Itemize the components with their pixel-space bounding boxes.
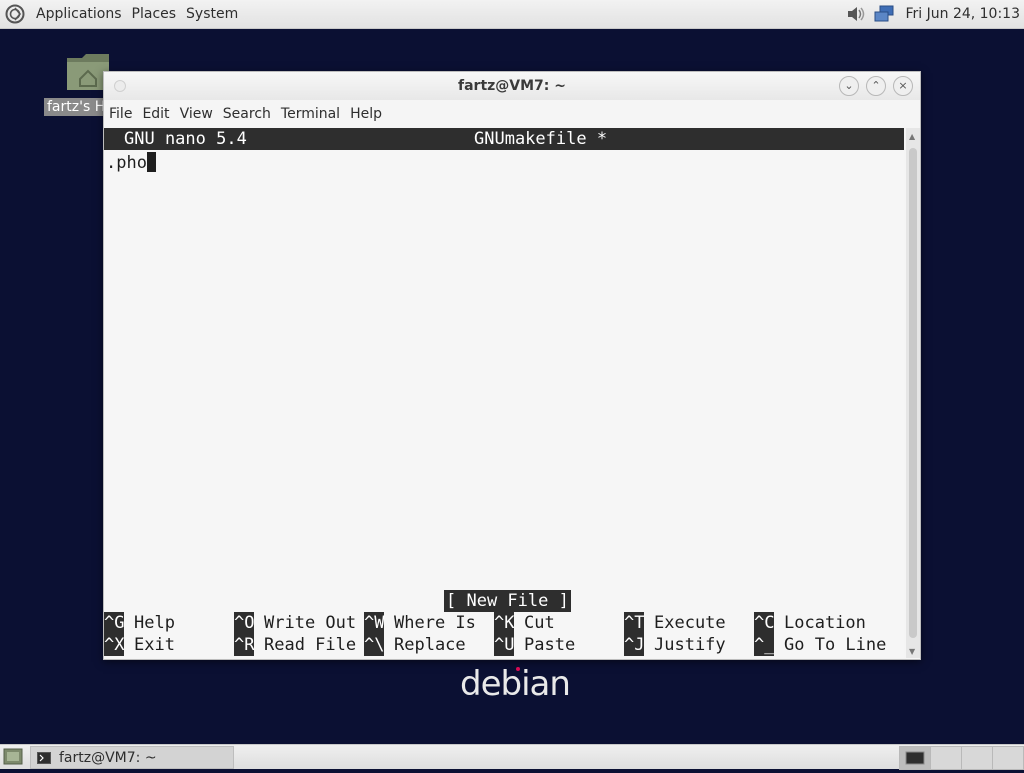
places-menu[interactable]: Places <box>127 6 182 22</box>
shortcut-label: Location <box>784 613 866 633</box>
shortcut-label: Read File <box>264 635 357 655</box>
shortcut-key: ^G <box>104 612 125 634</box>
shortcut-key: ^R <box>234 634 255 656</box>
nano-header: GNU nano 5.4 GNUmakefile * <box>104 128 904 150</box>
shortcut-exit[interactable]: ^X Exit <box>104 634 175 656</box>
menu-logo-icon[interactable] <box>5 4 25 24</box>
nano-version: GNU nano 5.4 <box>124 129 247 149</box>
debian-logo-dot <box>516 667 520 671</box>
terminal-area[interactable]: GNU nano 5.4 GNUmakefile * .pho [ New Fi… <box>104 128 904 658</box>
shortcut-label: Paste <box>524 635 576 655</box>
shortcut-write-out[interactable]: ^O Write Out <box>234 612 356 634</box>
editor-line[interactable]: .pho <box>106 152 156 173</box>
workspace-switcher <box>899 746 1024 770</box>
window-titlebar[interactable]: fartz@VM7: ~ ⌄ ⌃ × <box>104 72 920 100</box>
window-title: fartz@VM7: ~ <box>458 78 566 94</box>
shortcut-key: ^U <box>494 634 515 656</box>
show-desktop-icon[interactable] <box>3 748 23 765</box>
close-button[interactable]: × <box>893 76 913 96</box>
shortcut-go-to-line[interactable]: ^_ Go To Line <box>754 634 886 656</box>
menu-view[interactable]: View <box>175 106 218 122</box>
shortcut-location[interactable]: ^C Location <box>754 612 866 634</box>
bottom-panel: fartz@VM7: ~ <box>0 744 1024 770</box>
system-menu[interactable]: System <box>181 6 243 22</box>
shortcut-key: ^W <box>364 612 385 634</box>
shortcut-key: ^O <box>234 612 255 634</box>
shortcut-label: Write Out <box>264 613 357 633</box>
volume-icon[interactable] <box>845 4 867 24</box>
shortcut-paste[interactable]: ^U Paste <box>494 634 575 656</box>
shortcut-where-is[interactable]: ^W Where Is <box>364 612 476 634</box>
shortcut-read-file[interactable]: ^R Read File <box>234 634 356 656</box>
shortcut-key: ^T <box>624 612 645 634</box>
workspace-4[interactable] <box>992 746 1024 770</box>
taskbar-terminal-label: fartz@VM7: ~ <box>59 749 157 766</box>
debian-wallpaper-logo: debian <box>460 664 571 704</box>
shortcut-label: Justify <box>654 635 726 655</box>
workspace-window-icon <box>905 751 925 765</box>
shortcut-label: Where Is <box>394 613 476 633</box>
scroll-down-icon[interactable]: ▼ <box>909 647 915 656</box>
terminal-window: fartz@VM7: ~ ⌄ ⌃ × File Edit View Search… <box>103 71 921 660</box>
workspace-2[interactable] <box>930 746 962 770</box>
scrollbar-thumb[interactable] <box>909 148 917 638</box>
terminal-icon <box>37 751 51 764</box>
shortcut-help[interactable]: ^G Help <box>104 612 175 634</box>
scroll-up-icon[interactable]: ▲ <box>909 132 915 141</box>
text-cursor <box>146 152 156 172</box>
terminal-scrollbar[interactable]: ▲ ▼ <box>906 128 920 658</box>
shortcut-key: ^C <box>754 612 775 634</box>
clock[interactable]: Fri Jun 24, 10:13 <box>905 6 1020 22</box>
shortcut-label: Go To Line <box>784 635 887 655</box>
menu-terminal[interactable]: Terminal <box>276 106 345 122</box>
taskbar-terminal-button[interactable]: fartz@VM7: ~ <box>30 746 234 769</box>
home-folder-label: fartz's Home <box>44 98 110 116</box>
shortcut-cut[interactable]: ^K Cut <box>494 612 555 634</box>
maximize-button[interactable]: ⌃ <box>866 76 886 96</box>
shortcut-justify[interactable]: ^J Justify <box>624 634 726 656</box>
shortcut-label: Replace <box>394 635 466 655</box>
window-menubar: File Edit View Search Terminal Help <box>104 102 387 126</box>
shortcut-replace[interactable]: ^\ Replace <box>364 634 466 656</box>
system-tray: Fri Jun 24, 10:13 <box>845 0 1020 28</box>
top-panel: Applications Places System Fri Jun 24, 1… <box>0 0 1024 29</box>
workspace-3[interactable] <box>961 746 993 770</box>
menu-help[interactable]: Help <box>345 106 387 122</box>
shortcut-label: Exit <box>134 635 175 655</box>
shortcut-label: Execute <box>654 613 726 633</box>
shortcut-key: ^J <box>624 634 645 656</box>
nano-filename: GNUmakefile * <box>474 129 608 149</box>
shortcut-execute[interactable]: ^T Execute <box>624 612 726 634</box>
shortcut-label: Help <box>134 613 175 633</box>
shortcut-key: ^X <box>104 634 125 656</box>
shortcut-key: ^K <box>494 612 515 634</box>
workspace-1[interactable] <box>899 746 931 770</box>
network-icon[interactable] <box>873 4 895 24</box>
editor-text: .pho <box>106 153 147 173</box>
menu-file[interactable]: File <box>104 106 137 122</box>
nano-status: [ New File ] <box>444 590 571 612</box>
minimize-button[interactable]: ⌄ <box>839 76 859 96</box>
shortcut-key: ^_ <box>754 634 775 656</box>
menu-edit[interactable]: Edit <box>137 106 174 122</box>
applications-menu[interactable]: Applications <box>31 6 127 22</box>
shortcut-key: ^\ <box>364 634 385 656</box>
menu-search[interactable]: Search <box>218 106 276 122</box>
shortcut-label: Cut <box>524 613 555 633</box>
